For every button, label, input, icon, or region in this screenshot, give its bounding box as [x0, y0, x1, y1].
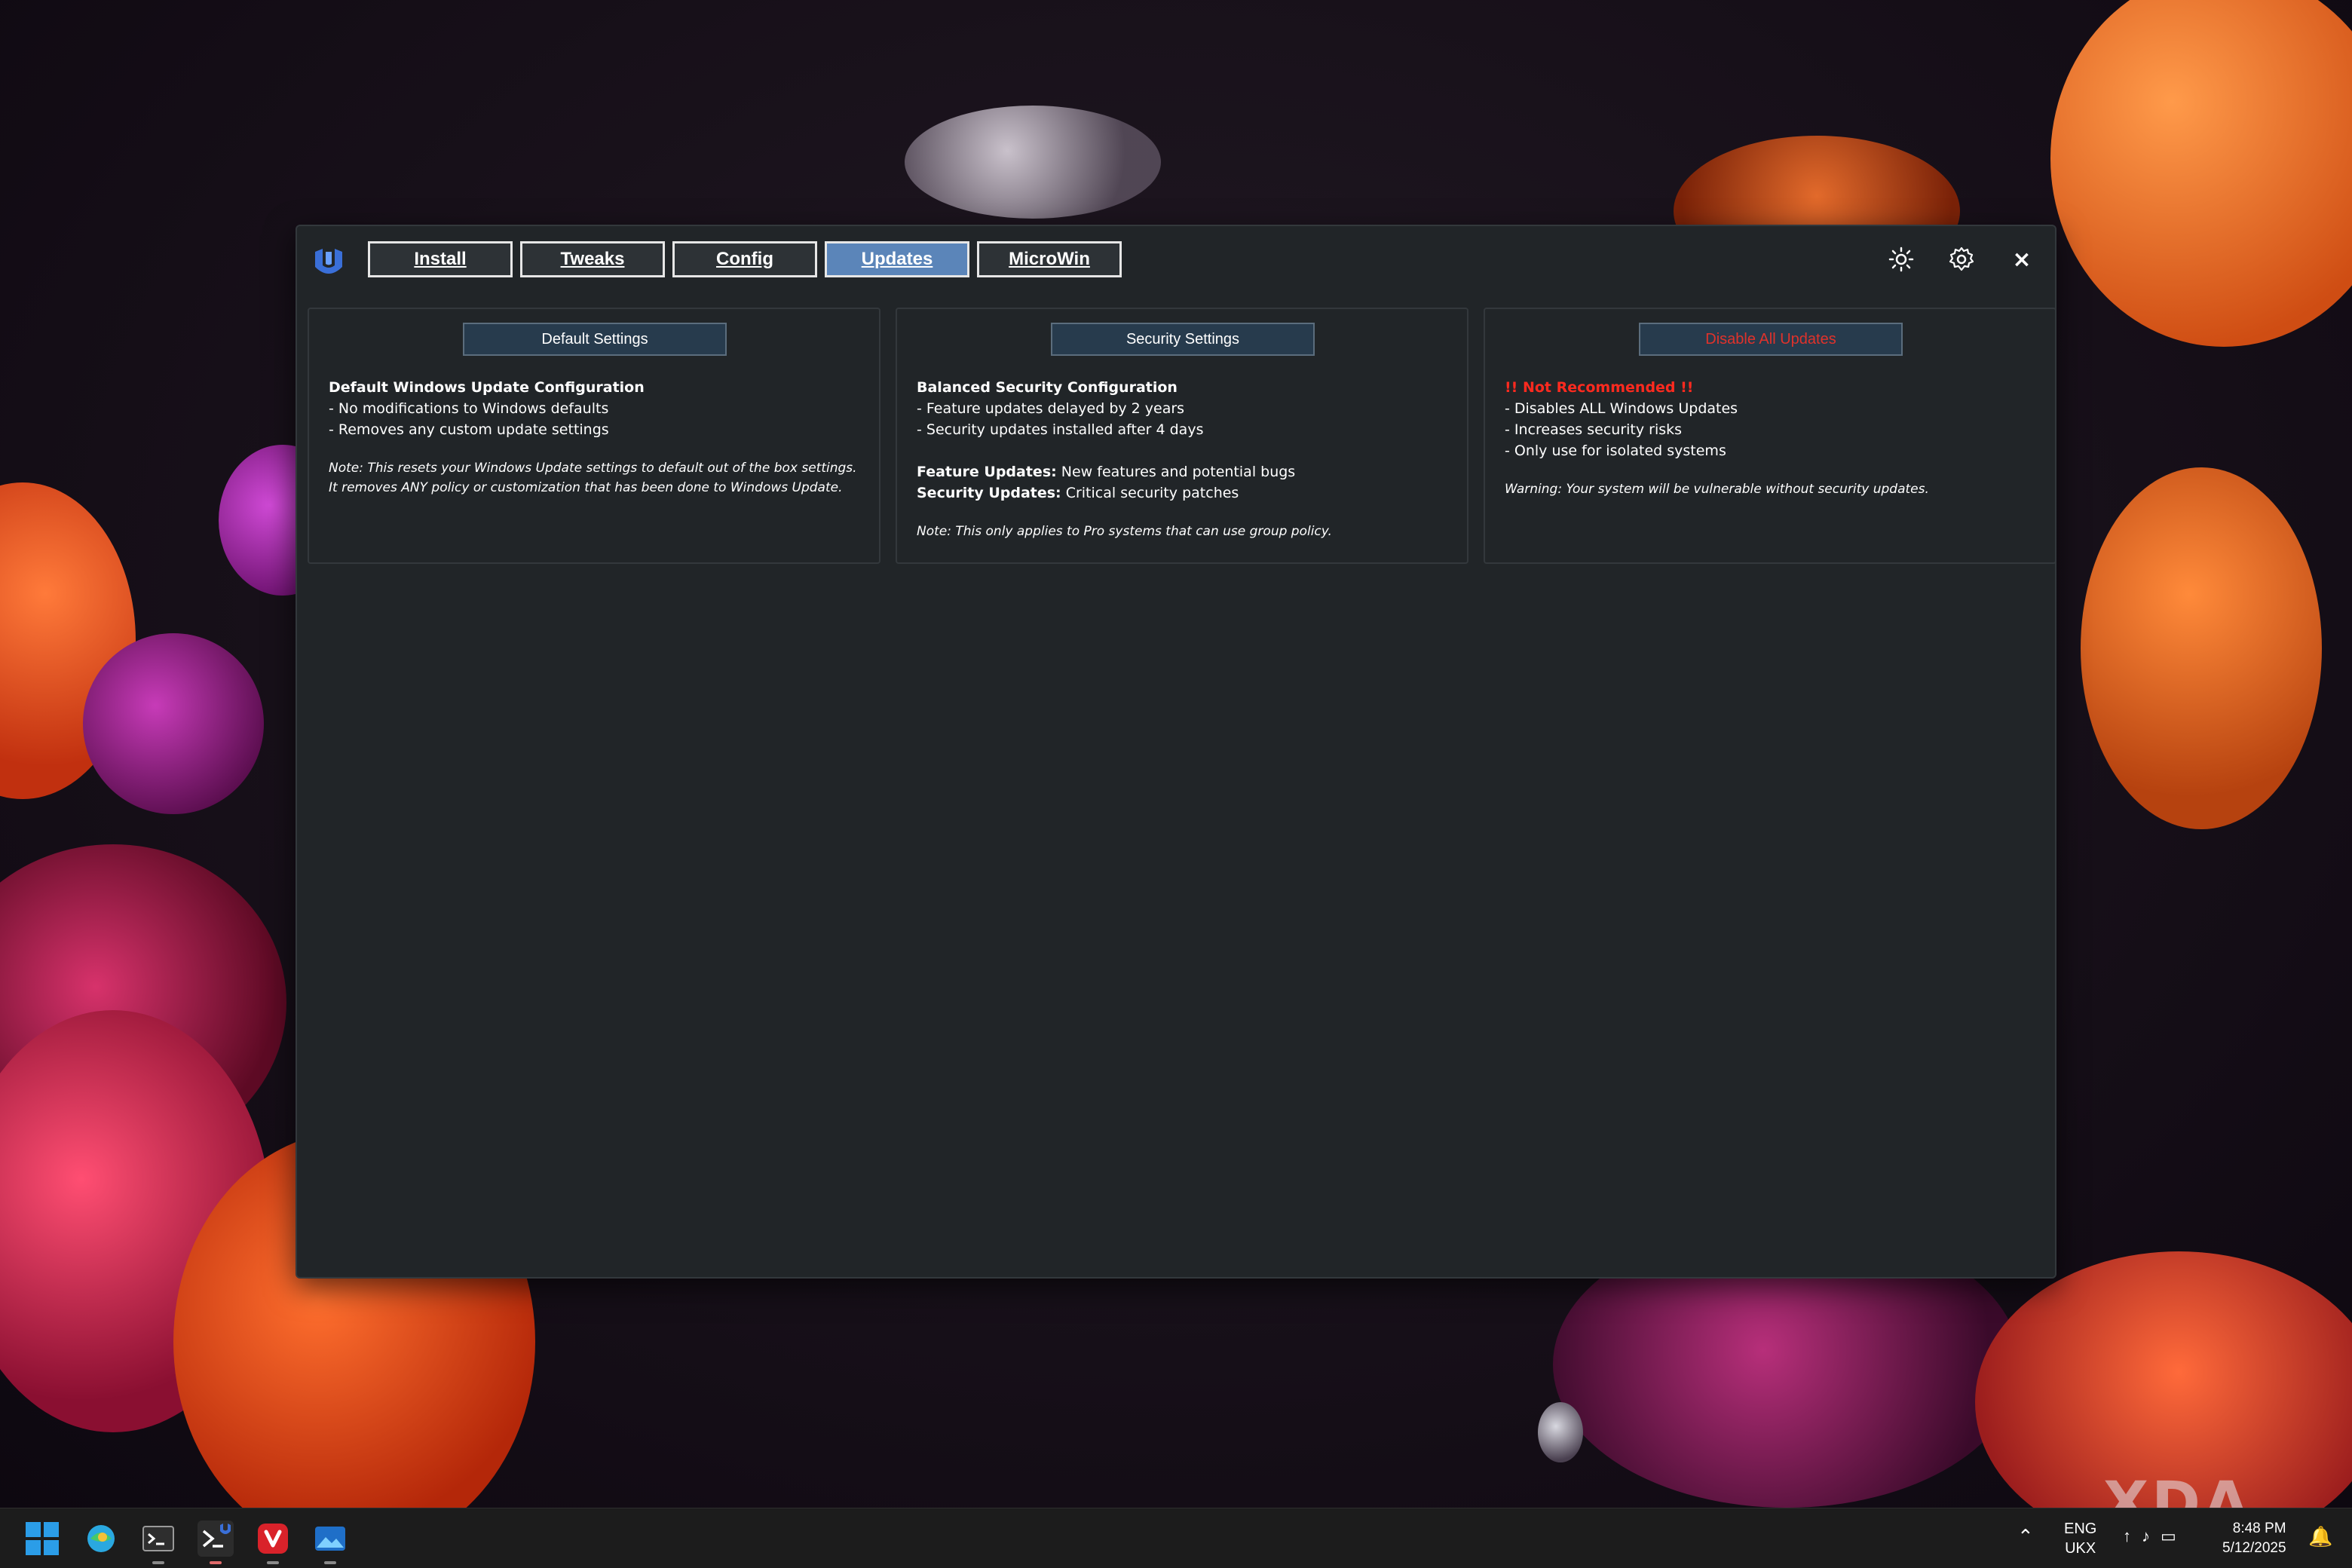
- photos-icon[interactable]: [312, 1521, 348, 1564]
- start-icon[interactable]: [24, 1521, 60, 1557]
- disable-updates-panel: Disable All Updates !! Not Recommended !…: [1484, 308, 2056, 564]
- taskbar: ⌃ ENG UKX ↑ ♪ ▭ 8:48 PM 5/12/2025 🔔: [0, 1508, 2352, 1568]
- browser-icon[interactable]: [83, 1521, 119, 1557]
- panel-warning-title: !! Not Recommended !!: [1505, 379, 1694, 396]
- volume-icon: ♪: [2142, 1527, 2150, 1545]
- security-updates-line: Security Updates: Critical security patc…: [917, 485, 1239, 501]
- bullet-item: - Only use for isolated systems: [1505, 443, 1726, 459]
- powershell-winutil-icon[interactable]: [198, 1521, 234, 1564]
- close-button[interactable]: ×: [2002, 240, 2041, 279]
- show-hidden-icons-chevron[interactable]: ⌃: [2017, 1525, 2034, 1548]
- default-settings-panel: Default Settings Default Windows Update …: [308, 308, 880, 564]
- winutil-window: Install Tweaks Config Updates MicroWin ×…: [296, 225, 2056, 1279]
- battery-icon: ▭: [2161, 1527, 2176, 1545]
- security-settings-button[interactable]: Security Settings: [1051, 323, 1315, 356]
- tab-updates[interactable]: Updates: [825, 241, 969, 277]
- security-settings-panel: Security Settings Balanced Security Conf…: [896, 308, 1468, 564]
- language-indicator[interactable]: ENG UKX: [2064, 1519, 2096, 1558]
- tab-install[interactable]: Install: [368, 241, 513, 277]
- panel-note: Note: This resets your Windows Update se…: [329, 461, 857, 495]
- panel-title: Default Windows Update Configuration: [329, 379, 645, 396]
- panel-note: Note: This only applies to Pro systems t…: [917, 524, 1332, 539]
- default-settings-button[interactable]: Default Settings: [463, 323, 727, 356]
- feature-updates-line: Feature Updates: New features and potent…: [917, 464, 1296, 480]
- system-tray-icons[interactable]: ↑ ♪ ▭: [2123, 1527, 2176, 1546]
- vivaldi-icon[interactable]: [255, 1521, 291, 1564]
- tab-config[interactable]: Config: [672, 241, 817, 277]
- notification-bell-icon[interactable]: 🔔: [2308, 1525, 2332, 1548]
- tab-microwin[interactable]: MicroWin: [977, 241, 1122, 277]
- bullet-item: - Feature updates delayed by 2 years: [917, 400, 1185, 417]
- bullet-item: - Increases security risks: [1505, 421, 1683, 438]
- window-controls: ×: [1882, 240, 2041, 279]
- tab-bar: Install Tweaks Config Updates MicroWin: [368, 241, 1122, 277]
- panel-note: Warning: Your system will be vulnerable …: [1505, 482, 1929, 497]
- panel-title: Balanced Security Configuration: [917, 379, 1178, 396]
- bullet-item: - Disables ALL Windows Updates: [1505, 400, 1738, 417]
- bullet-item: - Security updates installed after 4 day…: [917, 421, 1204, 438]
- bullet-item: - Removes any custom update settings: [329, 421, 609, 438]
- disable-all-updates-button[interactable]: Disable All Updates: [1639, 323, 1903, 356]
- tab-tweaks[interactable]: Tweaks: [520, 241, 665, 277]
- app-logo-icon: [315, 249, 342, 274]
- wifi-icon: ↑: [2123, 1527, 2131, 1545]
- bullet-item: - No modifications to Windows defaults: [329, 400, 609, 417]
- gear-icon: [1949, 247, 1974, 271]
- clock[interactable]: 8:48 PM 5/12/2025: [2222, 1519, 2286, 1558]
- terminal-icon[interactable]: [140, 1521, 176, 1564]
- sun-icon: [1888, 247, 1914, 272]
- updates-panels: Default Settings Default Windows Update …: [308, 308, 2056, 564]
- theme-toggle-button[interactable]: [1882, 240, 1921, 279]
- settings-button[interactable]: [1942, 240, 1981, 279]
